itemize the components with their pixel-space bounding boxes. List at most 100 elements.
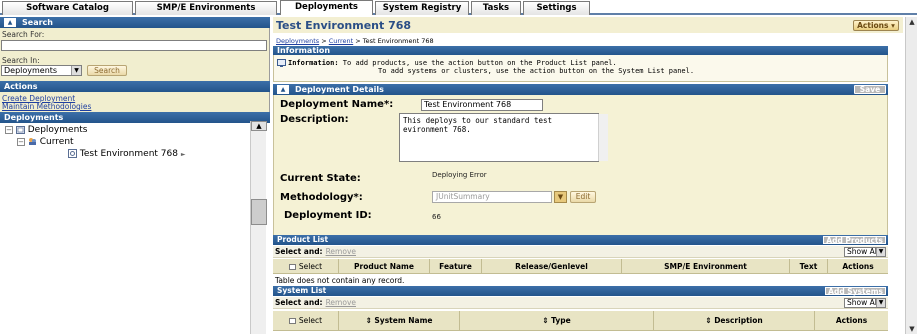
description-scrollbar[interactable]	[598, 114, 608, 161]
system-show-all-select[interactable]: Show All ▼	[844, 298, 886, 308]
tab-software-catalog[interactable]: Software Catalog	[2, 1, 133, 15]
information-line-2: To add systems or clusters, use the acti…	[378, 67, 695, 75]
column-header[interactable]: SMP/E Environment	[622, 259, 790, 274]
save-button[interactable]: Save	[854, 85, 886, 94]
system-name-column[interactable]: ⇕ System Name	[339, 311, 460, 331]
information-box: Information: To add products, use the ac…	[273, 55, 888, 82]
deployments-header-label: Deployments	[4, 113, 64, 122]
tree-item-label: Test Environment 768	[79, 149, 178, 159]
breadcrumb-current[interactable]: Current	[329, 37, 353, 45]
deployment-tree: − Deployments − Current Test Environment…	[0, 123, 270, 334]
product-select-bar: Select and: Remove Show All ▼	[273, 246, 888, 258]
scroll-up-icon[interactable]: ▲	[906, 17, 917, 27]
page-scrollbar[interactable]: ▲ ▼	[905, 17, 917, 334]
description-textarea[interactable]: This deploys to our standard test eviron…	[399, 113, 599, 162]
remove-link[interactable]: Remove	[326, 298, 356, 307]
methodology-label: Methodology*:	[280, 192, 363, 203]
methodology-dropdown-icon[interactable]: ▼	[554, 191, 567, 203]
methodology-value: JUnitSummary	[436, 192, 490, 201]
search-button[interactable]: Search	[87, 65, 127, 76]
main-panel: Test Environment 768 Actions ▾ Deploymen…	[273, 17, 903, 334]
breadcrumb-deployments[interactable]: Deployments	[276, 37, 319, 45]
left-panel: ▲ Search Search For: Search In: Deploymen…	[0, 17, 270, 334]
select-and-label: Select and:	[275, 298, 323, 307]
description-column[interactable]: ⇕ Description	[654, 311, 815, 331]
sort-arrows-icon: ⇕	[705, 316, 712, 325]
column-header: Description	[714, 316, 763, 325]
current-state-value: Deploying Error	[432, 171, 487, 179]
deployments-header: Deployments	[0, 112, 270, 123]
deployment-name-input[interactable]: Test Environment 768	[421, 99, 543, 111]
tab-tasks[interactable]: Tasks	[471, 1, 521, 15]
page-title: Test Environment 768	[276, 19, 412, 32]
deployment-details-header[interactable]: ▲ Deployment Details Save	[273, 84, 888, 95]
column-header: Actions	[835, 316, 868, 325]
product-list-header: Product List Add Products	[273, 235, 888, 245]
deployments-folder-icon	[15, 126, 25, 134]
search-header[interactable]: ▲ Search	[0, 17, 270, 28]
search-for-input[interactable]	[1, 40, 267, 51]
column-header[interactable]: Product Name	[339, 259, 430, 274]
tree-item-label: Current	[39, 137, 74, 147]
add-systems-button[interactable]: Add Systems	[825, 287, 886, 295]
current-state-label: Current State:	[280, 173, 361, 184]
tab-system-registry[interactable]: System Registry	[375, 1, 469, 15]
deployment-id-label: Deployment ID:	[284, 210, 372, 221]
breadcrumb-separator: >	[321, 37, 327, 45]
deployment-id-value: 66	[432, 213, 441, 221]
product-show-all-select[interactable]: Show All ▼	[844, 247, 886, 257]
tree-item-current[interactable]: − Current	[17, 137, 74, 147]
tree-item-label: Deployments	[27, 125, 88, 135]
deployment-name-label: Deployment Name*:	[280, 99, 394, 110]
add-products-button[interactable]: Add Products	[823, 236, 886, 244]
description-value: This deploys to our standard test eviron…	[403, 116, 557, 134]
tab-smpe-environments[interactable]: SMP/E Environments	[135, 1, 277, 15]
scroll-up-icon[interactable]: ▲	[251, 121, 267, 131]
collapse-toggle-icon[interactable]: −	[17, 137, 25, 146]
system-select-bar: Select and: Remove Show All ▼	[273, 297, 888, 309]
info-monitor-icon	[277, 59, 286, 67]
tab-deployments[interactable]: Deployments	[280, 0, 373, 15]
tab-settings[interactable]: Settings	[523, 1, 590, 15]
breadcrumb-separator: >	[355, 37, 361, 45]
tree-item-test-environment-768[interactable]: Test Environment 768 ►	[68, 149, 185, 159]
breadcrumb-page: Test Environment 768	[362, 37, 434, 45]
tree-scrollbar[interactable]: ▲	[250, 121, 267, 334]
dropdown-arrow-icon[interactable]: ▼	[876, 299, 885, 307]
caret-right-icon[interactable]: ►	[181, 151, 186, 158]
column-header[interactable]: Feature	[430, 259, 482, 274]
type-column[interactable]: ⇕ Type	[460, 311, 654, 331]
column-header[interactable]: Release/Genlevel	[482, 259, 622, 274]
description-label: Description:	[280, 114, 349, 125]
column-header: System Name	[374, 316, 433, 325]
tree-item-deployments[interactable]: − Deployments	[5, 125, 88, 135]
select-all-checkbox[interactable]	[288, 318, 296, 324]
edit-methodology-button[interactable]: Edit	[570, 191, 596, 203]
information-text: Information: To add products, use the ac…	[288, 59, 694, 75]
scroll-down-icon[interactable]: ▼	[906, 324, 917, 334]
column-header: Type	[551, 316, 571, 325]
system-select-all[interactable]: Select	[273, 311, 339, 331]
search-for-label: Search For:	[2, 30, 45, 39]
actions-button-label: Actions	[857, 21, 889, 30]
remove-link[interactable]: Remove	[326, 247, 356, 256]
column-header[interactable]: Text	[790, 259, 828, 274]
dropdown-arrow-icon[interactable]: ▼	[876, 248, 885, 256]
select-all-checkbox[interactable]	[288, 264, 296, 270]
collapse-toggle-icon[interactable]: −	[5, 125, 13, 134]
search-in-value: Deployments	[4, 66, 58, 75]
actions-button[interactable]: Actions ▾	[853, 20, 899, 31]
dropdown-arrow-icon[interactable]: ▼	[71, 66, 81, 75]
scroll-thumb[interactable]	[251, 199, 267, 225]
maintain-methodologies-link[interactable]: Maintain Methodologies	[2, 102, 91, 111]
tab-bar: Software Catalog SMP/E Environments Depl…	[0, 0, 917, 15]
search-in-select[interactable]: Deployments ▼	[1, 65, 82, 76]
column-header: Select	[298, 262, 323, 271]
product-select-all[interactable]: Select	[273, 259, 339, 274]
methodology-select[interactable]: JUnitSummary	[432, 191, 552, 203]
collapse-icon[interactable]: ▲	[4, 18, 16, 27]
product-table-header: Select Product Name Feature Release/Genl…	[273, 259, 888, 274]
sort-arrows-icon: ⇕	[542, 316, 549, 325]
collapse-icon[interactable]: ▲	[277, 85, 289, 94]
deployment-details-label: Deployment Details	[295, 85, 384, 94]
